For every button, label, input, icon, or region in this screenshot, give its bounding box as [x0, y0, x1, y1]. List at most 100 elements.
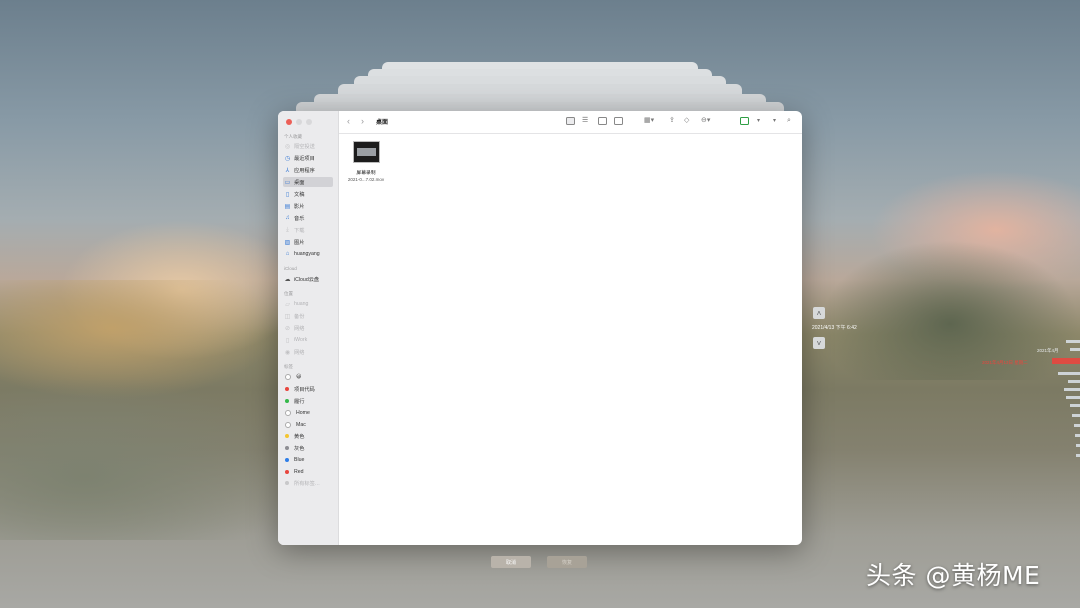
timeline-tick — [1064, 388, 1080, 391]
list-view-icon[interactable]: ☰ — [582, 116, 588, 126]
tag-icon[interactable]: ◇ — [684, 116, 689, 126]
app-shortcut-icon[interactable] — [740, 117, 749, 125]
traffic-lights — [286, 119, 312, 125]
timeline-tick — [1076, 454, 1080, 457]
timeline-tick — [1075, 434, 1080, 437]
share-icon[interactable]: ⇪ — [669, 116, 675, 126]
timeline-current-label: 2021年4月13日 星期二 — [982, 360, 1028, 365]
drive-icon: ▯ — [285, 337, 290, 344]
picture-icon: ▨ — [284, 239, 291, 246]
tag-color-dot — [285, 434, 289, 438]
sidebar-item-airdrop[interactable]: ◎ 隔空投送 — [283, 141, 333, 151]
airdrop-icon: ◎ — [284, 143, 291, 150]
chevron-up-icon[interactable]: ˄ — [813, 307, 825, 319]
sidebar-section-tags: 标签 — [284, 364, 293, 369]
sidebar-item-tag[interactable]: 灰色 — [283, 443, 333, 453]
network-icon: ◉ — [284, 349, 291, 356]
timeline-tick — [1066, 396, 1080, 399]
download-icon: ⤓ — [286, 226, 289, 233]
group-icon[interactable]: ▦▾ — [644, 116, 654, 126]
column-view-icon[interactable] — [598, 117, 607, 125]
more-icon[interactable]: ▾ — [773, 116, 776, 126]
folder-title: 桌面 — [376, 120, 389, 126]
sidebar-item-location-5[interactable]: ◉ 网络 — [283, 347, 333, 357]
file-name: 屏幕录制 — [356, 171, 376, 176]
sidebar-item-tag[interactable]: Blue — [283, 455, 333, 465]
minimize-window-button[interactable] — [296, 119, 302, 125]
timeline-tick — [1066, 340, 1080, 343]
finder-window: 个人收藏 ◎ 隔空投送 ◷ 最近项目 ⅄ 应用程序 ▭ 桌面 ▯ 文稿 ▤ 影片 ♫ 音乐 ⤓… — [278, 111, 802, 545]
laptop-icon: ▱ — [285, 301, 290, 308]
maximize-window-button[interactable] — [306, 119, 312, 125]
desktop-icon: ▭ — [284, 179, 291, 186]
chevron-down-icon[interactable]: ▾ — [757, 116, 760, 126]
sidebar-item-icloud-drive[interactable]: ☁ iCloud云盘 — [283, 274, 333, 284]
file-subtitle: 2021-0...7.02.mov — [347, 177, 385, 182]
timeline-tick — [1070, 348, 1080, 351]
timeline-tick — [1076, 444, 1080, 447]
tag-color-dot — [285, 470, 289, 474]
tag-color-dot — [285, 387, 289, 391]
sidebar-item-location-1[interactable]: ▱ huang — [283, 299, 333, 309]
sidebar-section-locations: 位置 — [284, 291, 293, 296]
sidebar-item-tag[interactable]: Red — [283, 467, 333, 477]
file-item[interactable]: 屏幕录制 2021-0...7.02.mov — [344, 141, 388, 182]
sidebar-item-pictures[interactable]: ▨ 图片 — [283, 237, 333, 247]
sidebar-item-home[interactable]: ⌂ huangyang — [283, 249, 333, 259]
cancel-button[interactable]: 取消 — [491, 556, 531, 568]
search-icon[interactable]: ⌕ — [787, 116, 791, 126]
sidebar-item-location-4[interactable]: ▯ iWork — [283, 335, 333, 345]
current-backup-date: 2021/4/13 下午 6:42 — [812, 325, 857, 331]
sidebar-item-tag[interactable]: 黄色 — [283, 431, 333, 441]
sidebar-item-downloads[interactable]: ⤓ 下载 — [283, 225, 333, 235]
action-menu-icon[interactable]: ⊖▾ — [701, 116, 710, 126]
globe-icon: ⊘ — [284, 325, 291, 332]
chevron-right-icon[interactable]: › — [361, 116, 364, 126]
timeline-tick — [1068, 380, 1080, 383]
disk-icon: ◫ — [284, 313, 291, 320]
sidebar-item-applications[interactable]: ⅄ 应用程序 — [283, 165, 333, 175]
timeline-tick — [1058, 372, 1080, 375]
timeline-tick — [1074, 424, 1080, 427]
tag-color-dot — [285, 446, 289, 450]
home-icon: ⌂ — [285, 251, 290, 257]
tag-color-dot — [285, 481, 289, 485]
applications-icon: ⅄ — [285, 167, 290, 174]
tag-color-dot — [285, 410, 291, 416]
sidebar-item-documents[interactable]: ▯ 文稿 — [283, 189, 333, 199]
video-thumbnail — [352, 141, 380, 163]
chevron-left-icon[interactable]: ‹ — [347, 116, 350, 126]
timeline-tick — [1070, 404, 1080, 407]
sidebar-item-tag[interactable]: 😃 — [283, 372, 333, 382]
watermark: 头条 @黄杨ME — [866, 561, 1041, 590]
restore-button[interactable]: 恢复 — [547, 556, 587, 568]
sidebar-section-favorites: 个人收藏 — [284, 134, 302, 139]
cloud-icon: ☁ — [284, 276, 291, 283]
sidebar-item-movies[interactable]: ▤ 影片 — [283, 201, 333, 211]
document-icon: ▯ — [285, 191, 290, 198]
chevron-down-icon[interactable]: ˅ — [813, 337, 825, 349]
sidebar-item-tag[interactable]: 履行 — [283, 396, 333, 406]
tag-color-dot — [285, 399, 289, 403]
tag-color-dot — [285, 374, 291, 380]
sidebar-section-icloud: iCloud — [284, 266, 297, 271]
music-icon: ♫ — [285, 215, 290, 221]
timeline-month-label: 2021年4月 — [1037, 348, 1059, 353]
toolbar: ‹ › 桌面 ☰ ▦▾ ⇪ ◇ ⊖▾ ▾ ▾ ⌕ — [339, 111, 802, 134]
sidebar-item-tag[interactable]: 项目代码 — [283, 384, 333, 394]
sidebar-item-all-tags[interactable]: 所有标签… — [283, 478, 333, 488]
sidebar-item-music[interactable]: ♫ 音乐 — [283, 213, 333, 223]
sidebar-item-desktop[interactable]: ▭ 桌面 — [283, 177, 333, 187]
sidebar-item-location-2[interactable]: ◫ 备份 — [283, 311, 333, 321]
tag-color-dot — [285, 458, 289, 462]
close-window-button[interactable] — [286, 119, 292, 125]
clock-icon: ◷ — [284, 155, 291, 162]
sidebar-item-tag[interactable]: Home — [283, 408, 333, 418]
sidebar-item-location-3[interactable]: ⊘ 网络 — [283, 323, 333, 333]
sidebar-item-recents[interactable]: ◷ 最近项目 — [283, 153, 333, 163]
sidebar-item-tag[interactable]: Mac — [283, 420, 333, 430]
sidebar: 个人收藏 ◎ 隔空投送 ◷ 最近项目 ⅄ 应用程序 ▭ 桌面 ▯ 文稿 ▤ 影片 ♫ 音乐 ⤓… — [278, 111, 339, 545]
gallery-view-icon[interactable] — [614, 117, 623, 125]
icon-view-icon[interactable] — [566, 117, 575, 125]
timeline-tick — [1052, 358, 1080, 364]
